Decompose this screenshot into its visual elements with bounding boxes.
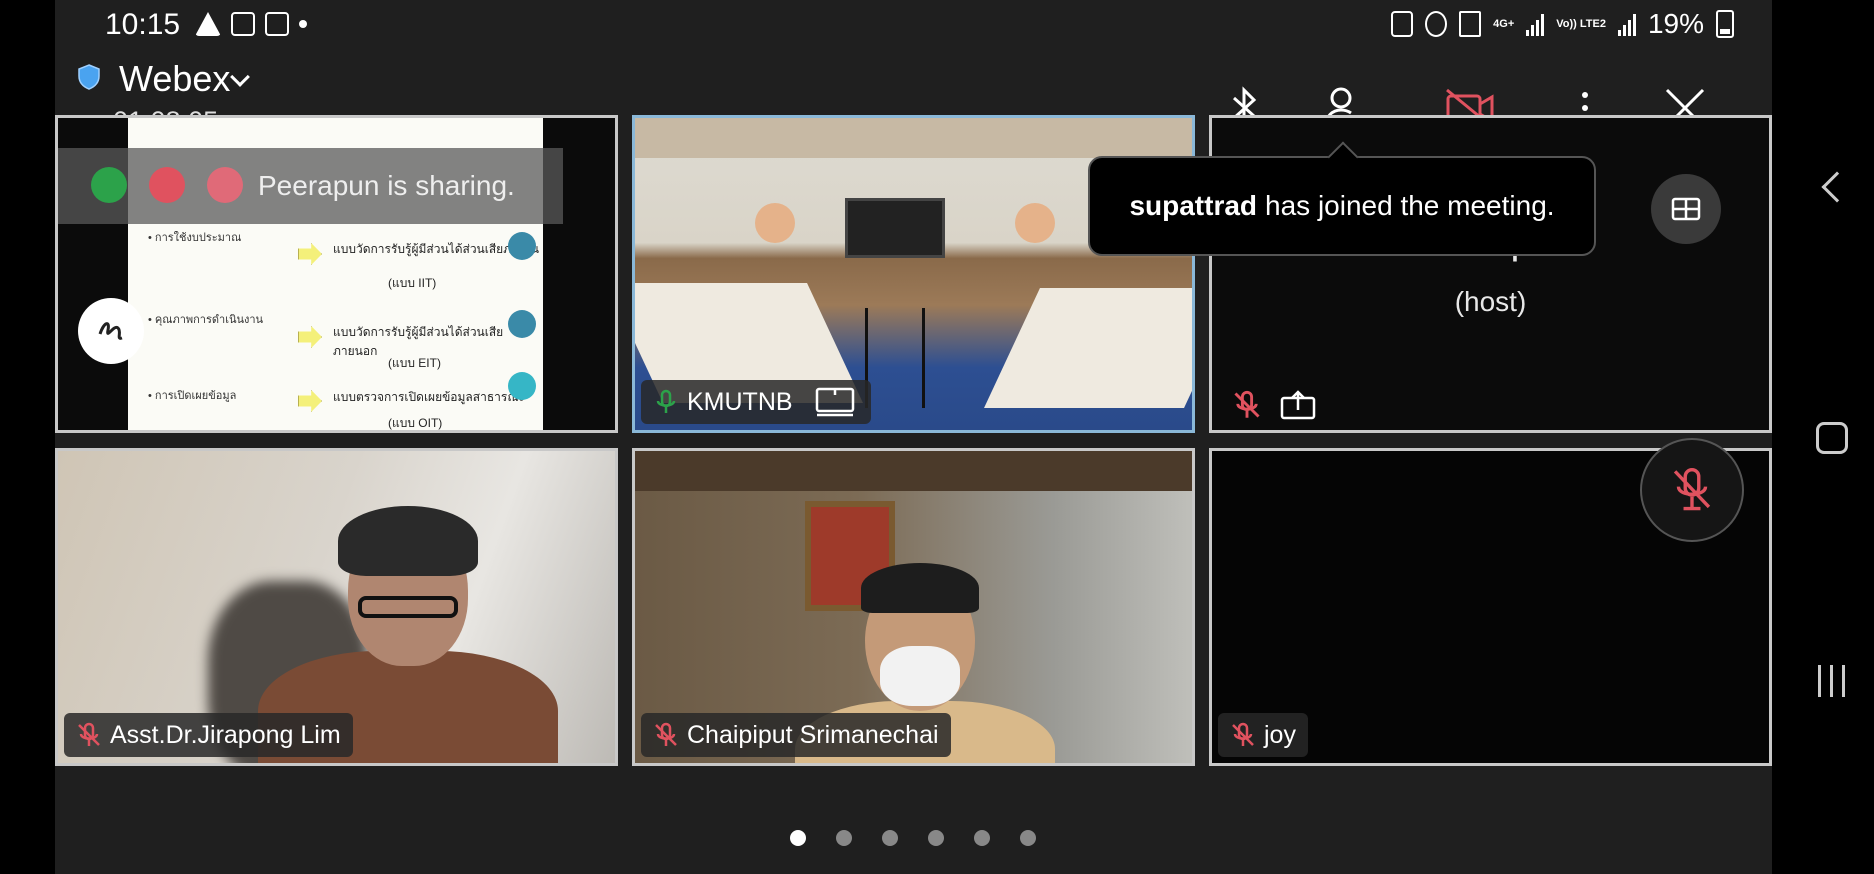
- host-status-icons: [1232, 390, 1316, 420]
- mic-off-icon: [1232, 722, 1254, 746]
- notification-icons: [195, 12, 307, 36]
- slide-row-3-text: แบบตรวจการเปิดเผยข้อมูลสาธารณะ: [333, 390, 525, 404]
- shield-icon: [78, 64, 100, 90]
- host-role: (host): [1454, 286, 1527, 317]
- participant-name: Asst.Dr.Jirapong Lim: [110, 720, 341, 749]
- page-dot[interactable]: [1020, 830, 1036, 846]
- network-lte2-label: Vo)) LTE2: [1556, 17, 1606, 30]
- name-label: Chaipiput Srimanechai: [641, 713, 951, 757]
- page-indicator: [790, 830, 1036, 846]
- mic-on-icon: [656, 389, 676, 413]
- page-dot[interactable]: [928, 830, 944, 846]
- slide-row-1-sub: (แบบ IIT): [388, 276, 437, 290]
- slide-arrow-icon: [298, 390, 322, 412]
- page-dot[interactable]: [836, 830, 852, 846]
- audio-level-icon: [91, 167, 127, 203]
- page-dot[interactable]: [882, 830, 898, 846]
- more-notifications-icon: [299, 20, 307, 28]
- sharing-banner: Peerapun is sharing.: [58, 148, 563, 224]
- shared-content-tile[interactable]: • การใช้งบประมาณ แบบวัดการรับรู้ผู้มีส่ว…: [55, 115, 618, 433]
- sharing-text: Peerapun is sharing.: [258, 170, 515, 201]
- slide-row-2-sub: (แบบ EIT): [388, 356, 441, 370]
- join-notification: supattrad has joined the meeting.: [1088, 156, 1596, 256]
- name-label: Asst.Dr.Jirapong Lim: [64, 713, 353, 757]
- slide-arrow-icon: [298, 243, 322, 265]
- participant-name: Chaipiput Srimanechai: [687, 720, 939, 749]
- participant-name: joy: [1264, 720, 1296, 749]
- mic-off-icon: [1234, 390, 1260, 418]
- mic-off-icon: [655, 722, 677, 746]
- layout-button[interactable]: [1651, 174, 1721, 244]
- battery-saver-icon: [1391, 11, 1414, 37]
- video-tile-jirapong[interactable]: Asst.Dr.Jirapong Lim: [55, 448, 618, 766]
- phone-icon: [231, 12, 255, 36]
- slide-person-icon: [508, 310, 536, 338]
- name-label: joy: [1218, 713, 1308, 757]
- app-title[interactable]: Webex: [119, 58, 230, 100]
- status-bar: 10:15 4G+ Vo)) LTE2 19%: [0, 0, 1874, 52]
- battery-percent: 19%: [1647, 8, 1704, 39]
- mute-button[interactable]: [1640, 438, 1744, 542]
- signal-2-icon: [1617, 12, 1636, 36]
- slide-arrow-icon: [298, 326, 322, 348]
- participant-name: KMUTNB: [687, 387, 793, 416]
- slide-row-2-left: • คุณภาพการดำเนินงาน: [148, 314, 264, 326]
- slide-row-3-sub: (แบบ OIT): [388, 416, 443, 430]
- screen-share-icon: [815, 387, 854, 417]
- page-dot[interactable]: [790, 830, 806, 846]
- slide-person-icon: [508, 232, 536, 260]
- share-screen-icon: [1280, 390, 1316, 420]
- chevron-down-icon[interactable]: [230, 67, 250, 87]
- sharer-mute-icon: [149, 167, 185, 203]
- video-tile-chaipiput[interactable]: Chaipiput Srimanechai: [632, 448, 1195, 766]
- slide-row-1-left: • การใช้งบประมาณ: [148, 232, 242, 244]
- back-icon[interactable]: [1821, 171, 1853, 203]
- joined-message: has joined the meeting.: [1265, 190, 1555, 221]
- status-time: 10:15: [105, 8, 181, 41]
- mute-icon: [1459, 11, 1482, 37]
- annotate-button[interactable]: [78, 298, 144, 364]
- slide-row-3-left: • การเปิดเผยข้อมูล: [148, 390, 237, 402]
- page-dot[interactable]: [974, 830, 990, 846]
- network-4g-label: 4G+: [1493, 17, 1515, 30]
- name-label: KMUTNB: [641, 380, 871, 424]
- grid-layout-icon: [1671, 197, 1701, 221]
- system-status-icons: 4G+ Vo)) LTE2 19%: [1391, 8, 1734, 40]
- home-icon[interactable]: [1816, 422, 1848, 454]
- slide-laptop-icon: [508, 372, 536, 400]
- drive-icon: [195, 12, 221, 36]
- pen-squiggle-icon: [98, 322, 123, 340]
- alarm-icon: [1425, 11, 1448, 37]
- recording-icon: [207, 167, 243, 203]
- joined-user: supattrad: [1129, 190, 1258, 221]
- mic-off-icon: [78, 722, 100, 746]
- clock-app-icon: [265, 12, 289, 36]
- battery-icon: [1716, 10, 1734, 38]
- recent-apps-icon[interactable]: [1818, 665, 1845, 697]
- mic-off-icon: [1673, 468, 1711, 511]
- signal-icon: [1526, 12, 1545, 36]
- android-nav-bar: [1774, 0, 1874, 874]
